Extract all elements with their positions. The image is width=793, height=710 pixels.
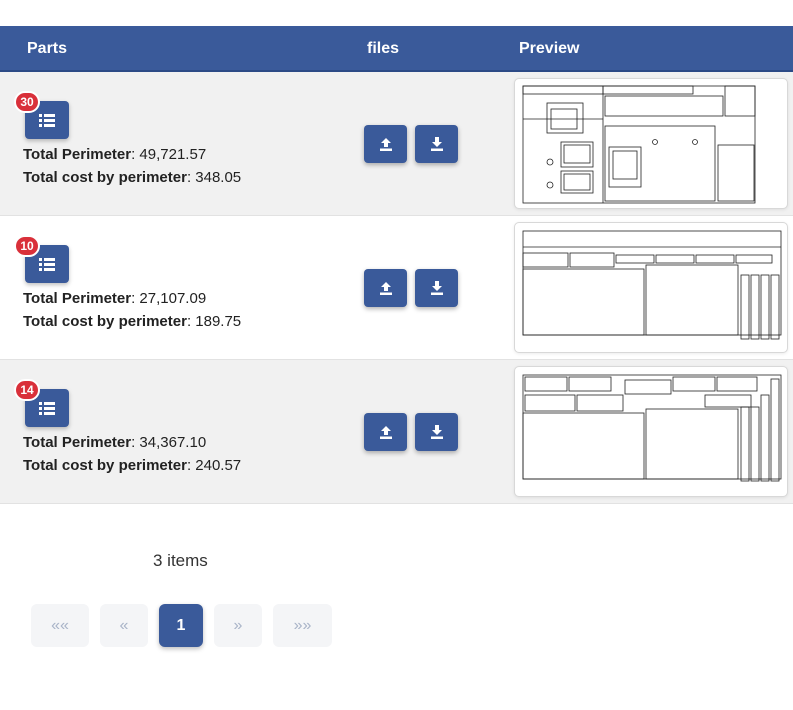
total-cost: Total cost by perimeter: 189.75 [23,313,241,330]
page-1-button[interactable]: 1 [159,604,203,647]
total-cost-label: Total cost by perimeter [23,313,187,330]
last-page-button[interactable]: »» [273,604,332,647]
list-icon [39,257,55,271]
download-button[interactable] [415,413,458,451]
cad-drawing-thumbnail [522,85,756,204]
parts-count-badge: 30 [14,91,40,113]
parts-table: Parts files Preview 30 Total Perimeter: … [0,26,793,504]
preview-thumbnail[interactable] [514,366,788,497]
table-header: Parts files Preview [0,26,793,72]
total-cost-label: Total cost by perimeter [23,169,187,186]
upload-button[interactable] [364,413,407,451]
list-icon [39,401,55,415]
upload-button[interactable] [364,125,407,163]
list-icon [39,113,55,127]
header-files: files [367,40,400,57]
prev-page-button[interactable]: « [100,604,148,647]
cad-drawing-thumbnail [522,374,782,482]
first-page-button[interactable]: «« [31,604,89,647]
total-cost: Total cost by perimeter: 348.05 [23,169,241,186]
download-button[interactable] [415,125,458,163]
upload-icon [379,282,392,295]
upload-icon [379,426,392,439]
preview-thumbnail[interactable] [514,78,788,209]
total-perimeter-value: : 49,721.57 [131,146,207,163]
table-row: 14 Total Perimeter: 34,367.10 Total cost… [0,360,793,504]
total-cost-value: : 189.75 [186,313,242,330]
download-icon [430,137,443,151]
total-cost: Total cost by perimeter: 240.57 [23,457,241,474]
upload-icon [379,138,392,151]
next-page-button[interactable]: » [214,604,262,647]
total-cost-value: : 348.05 [186,169,242,186]
total-perimeter: Total Perimeter: 49,721.57 [23,146,206,163]
parts-count-badge: 10 [14,235,40,257]
total-perimeter: Total Perimeter: 34,367.10 [23,434,206,451]
total-perimeter-label: Total Perimeter [23,290,132,307]
preview-thumbnail[interactable] [514,222,788,353]
download-icon [430,425,443,439]
total-perimeter-label: Total Perimeter [23,146,132,163]
header-parts: Parts [27,40,68,57]
total-cost-label: Total cost by perimeter [23,457,187,474]
total-perimeter-label: Total Perimeter [23,434,132,451]
total-perimeter-value: : 34,367.10 [131,434,207,451]
table-row: 30 Total Perimeter: 49,721.57 Total cost… [0,72,793,216]
download-button[interactable] [415,269,458,307]
total-perimeter: Total Perimeter: 27,107.09 [23,290,206,307]
total-cost-value: : 240.57 [186,457,242,474]
upload-button[interactable] [364,269,407,307]
table-row: 10 Total Perimeter: 27,107.09 Total cost… [0,216,793,360]
total-perimeter-value: : 27,107.09 [131,290,207,307]
cad-drawing-thumbnail [522,230,782,340]
parts-count-badge: 14 [14,379,40,401]
items-count: 3 items [153,551,208,570]
download-icon [430,281,443,295]
header-preview: Preview [519,40,580,57]
